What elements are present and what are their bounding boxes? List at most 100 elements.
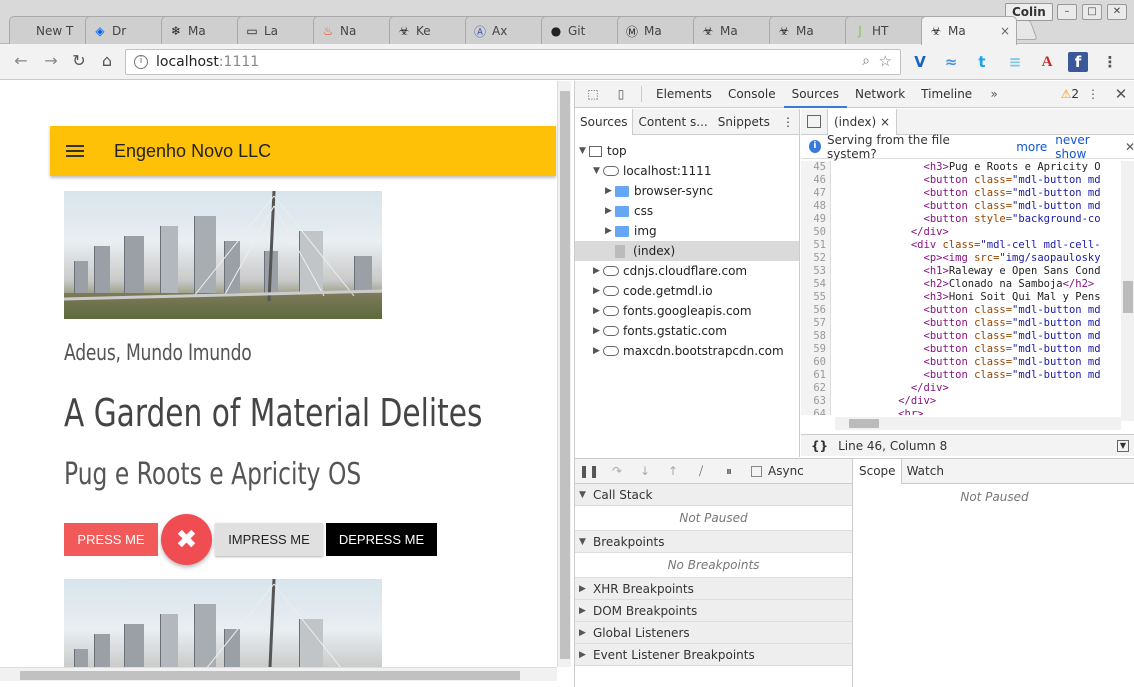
section-header[interactable]: ▼ Breakpoints [575, 531, 852, 553]
bookmark-star-icon[interactable]: ☆ [879, 52, 892, 70]
collapsed-arrow-icon[interactable]: ▶ [605, 201, 615, 221]
depress-me-button[interactable]: Depress Me [326, 523, 437, 556]
inspect-element-icon[interactable]: ⬚ [579, 87, 607, 101]
expanded-arrow-icon[interactable]: ▼ [579, 490, 589, 500]
line-number[interactable]: 56 [801, 304, 831, 317]
tree-item-cloud[interactable]: ▶ fonts.gstatic.com [575, 321, 799, 341]
collapsed-arrow-icon[interactable]: ▶ [605, 221, 615, 241]
collapsed-arrow-icon[interactable]: ▶ [579, 628, 589, 638]
line-number[interactable]: 62 [801, 382, 831, 395]
devtools-tab-network[interactable]: Network [847, 81, 913, 108]
toggle-debugger-sidebar-icon[interactable]: ▼ [1117, 439, 1129, 452]
step-over-icon[interactable]: ↷ [603, 464, 631, 478]
infobar-never-show-link[interactable]: never show [1055, 133, 1119, 161]
tree-item-cloud[interactable]: ▶ maxcdn.bootstrapcdn.com [575, 341, 799, 361]
expanded-arrow-icon[interactable]: ▼ [579, 141, 589, 161]
navigator-tab-sources[interactable]: Sources [575, 108, 634, 135]
reload-button[interactable]: ↻ [68, 50, 90, 72]
collapsed-arrow-icon[interactable]: ▶ [593, 281, 603, 301]
line-number[interactable]: 50 [801, 226, 831, 239]
code-vertical-scrollbar[interactable] [1121, 161, 1134, 421]
line-number[interactable]: 58 [801, 330, 831, 343]
navigator-menu-icon[interactable]: ⋮ [777, 109, 799, 135]
devtools-tab-timeline[interactable]: Timeline [913, 81, 980, 108]
async-checkbox[interactable] [751, 465, 762, 477]
tree-item-folder[interactable]: ▶ browser-sync [575, 181, 799, 201]
tree-item-folder[interactable]: ▶ img [575, 221, 799, 241]
infobar-more-link[interactable]: more [1016, 140, 1047, 154]
close-tab-icon[interactable]: × [880, 115, 890, 129]
info-icon[interactable]: i [134, 55, 148, 69]
collapsed-arrow-icon[interactable]: ▶ [593, 321, 603, 341]
line-number[interactable]: 48 [801, 200, 831, 213]
section-header[interactable]: ▶ Event Listener Breakpoints [575, 644, 852, 666]
page-vertical-scrollbar[interactable] [557, 81, 571, 667]
minimize-button[interactable]: – [1057, 4, 1077, 20]
line-number[interactable]: 45 [801, 161, 831, 174]
font-extension-icon[interactable]: A [1037, 52, 1057, 72]
line-number[interactable]: 57 [801, 317, 831, 330]
devtools-tab-console[interactable]: Console [720, 81, 784, 108]
close-devtools-icon[interactable]: ✕ [1107, 85, 1134, 103]
devtools-tab-sources[interactable]: Sources [783, 81, 848, 108]
tab-scope[interactable]: Scope [854, 458, 902, 484]
warning-counter[interactable]: ⚠2 [1061, 87, 1079, 101]
lines-extension-icon[interactable]: ≡ [1005, 52, 1025, 72]
section-header[interactable]: ▶ XHR Breakpoints [575, 578, 852, 600]
home-button[interactable]: ⌂ [96, 50, 118, 72]
navigator-tab-content-scripts[interactable]: Content s... [633, 109, 712, 135]
zoom-icon[interactable]: ⌕ [862, 53, 870, 69]
chrome-menu-icon[interactable]: ⋮ [1100, 52, 1120, 72]
line-number[interactable]: 60 [801, 356, 831, 369]
line-number[interactable]: 61 [801, 369, 831, 382]
impress-me-button[interactable]: Impress Me [215, 523, 323, 556]
fab-close-button[interactable]: ✖ [161, 514, 212, 565]
collapsed-arrow-icon[interactable]: ▶ [579, 650, 589, 660]
collapsed-arrow-icon[interactable]: ▶ [579, 584, 589, 594]
expanded-arrow-icon[interactable]: ▼ [593, 161, 603, 181]
pause-icon[interactable]: ❚❚ [575, 464, 603, 478]
line-number[interactable]: 64 [801, 408, 831, 415]
scrollbar-thumb[interactable] [560, 91, 570, 659]
line-number[interactable]: 63 [801, 395, 831, 408]
hamburger-menu-icon[interactable] [66, 145, 84, 157]
expanded-arrow-icon[interactable]: ▼ [579, 537, 589, 547]
device-mode-icon[interactable]: ▯ [607, 87, 635, 101]
line-number[interactable]: 49 [801, 213, 831, 226]
section-header[interactable]: ▶ DOM Breakpoints [575, 600, 852, 622]
step-out-icon[interactable]: ↑ [659, 464, 687, 478]
pretty-print-icon[interactable]: {} [811, 439, 828, 453]
tree-item-cloud[interactable]: ▶ code.getmdl.io [575, 281, 799, 301]
section-header[interactable]: ▶ Global Listeners [575, 622, 852, 644]
collapsed-arrow-icon[interactable]: ▶ [593, 261, 603, 281]
browser-tab[interactable]: ☣ Ma × [921, 16, 1017, 45]
step-into-icon[interactable]: ↓ [631, 464, 659, 478]
collapsed-arrow-icon[interactable]: ▶ [605, 181, 615, 201]
twitter-extension-icon[interactable]: t [972, 52, 992, 72]
line-number[interactable]: 51 [801, 239, 831, 252]
vimium-extension-icon[interactable]: V [910, 52, 930, 72]
pause-on-exceptions-icon[interactable]: ⏸ [715, 464, 743, 479]
tree-item-file[interactable]: (index) [575, 241, 799, 261]
line-number[interactable]: 55 [801, 291, 831, 304]
close-tab-icon[interactable]: × [1000, 24, 1010, 38]
code-view[interactable]: 45 <h3>Pug e Roots e Apricity O 46 <butto… [801, 161, 1134, 415]
deactivate-breakpoints-icon[interactable]: ⧸ [687, 464, 715, 479]
line-number[interactable]: 46 [801, 174, 831, 187]
toggle-navigator-icon[interactable] [807, 115, 821, 128]
scrollbar-thumb[interactable] [20, 671, 520, 680]
editor-tab-index[interactable]: (index) × [827, 108, 898, 135]
tree-item-cloud[interactable]: ▶ cdnjs.cloudflare.com [575, 261, 799, 281]
tree-item-folder[interactable]: ▶ css [575, 201, 799, 221]
tree-item-cloud[interactable]: ▶ fonts.googleapis.com [575, 301, 799, 321]
line-number[interactable]: 53 [801, 265, 831, 278]
devtools-tab-elements[interactable]: Elements [648, 81, 720, 108]
more-tabs-icon[interactable]: » [980, 87, 1008, 101]
collapsed-arrow-icon[interactable]: ▶ [593, 341, 603, 361]
back-button[interactable]: ← [10, 50, 32, 72]
press-me-button[interactable]: Press Me [64, 523, 158, 556]
bird-extension-icon[interactable]: ≈ [941, 52, 961, 72]
section-header[interactable]: ▼ Call Stack [575, 484, 852, 506]
tab-watch[interactable]: Watch [902, 459, 949, 484]
tree-item-cloud[interactable]: ▼ localhost:1111 [575, 161, 799, 181]
